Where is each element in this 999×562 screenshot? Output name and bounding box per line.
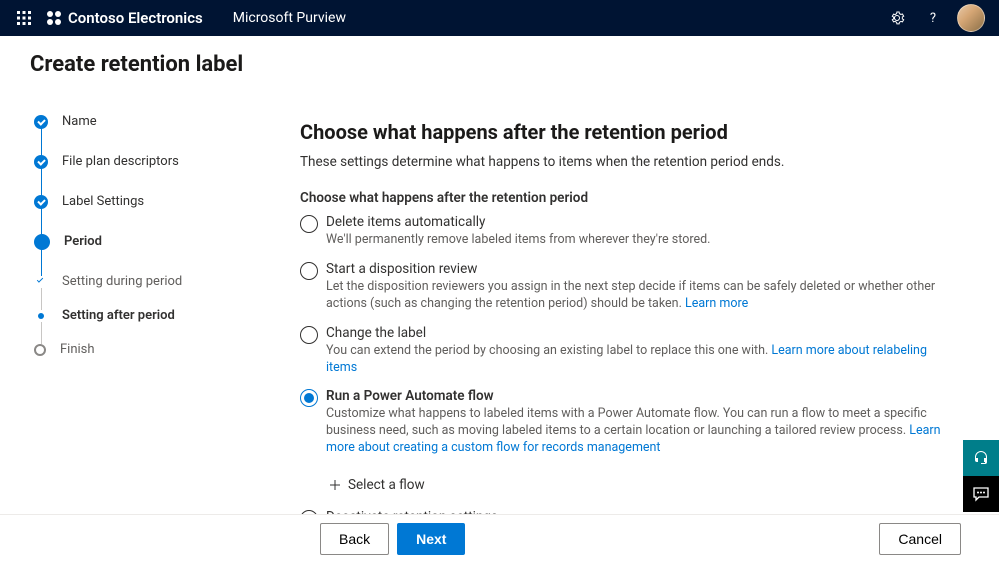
feedback-chat-icon[interactable] — [963, 476, 999, 512]
next-button[interactable]: Next — [397, 523, 465, 555]
plus-icon — [328, 478, 342, 492]
back-button[interactable]: Back — [320, 523, 389, 555]
app-header: Contoso Electronics Microsoft Purview ? — [0, 0, 999, 36]
org-brand: Contoso Electronics — [46, 9, 203, 27]
step-dot-completed-icon — [34, 195, 48, 209]
step-label: Name — [62, 114, 97, 129]
radio-icon[interactable] — [300, 215, 318, 233]
step-name[interactable]: Name — [34, 114, 282, 154]
wizard-stepper: Name File plan descriptors Label Setting… — [0, 96, 300, 514]
step-file-plan-descriptors[interactable]: File plan descriptors — [34, 154, 282, 194]
radio-option-run-power-automate-flow[interactable]: Run a Power Automate flow Customize what… — [300, 388, 959, 457]
step-label: File plan descriptors — [62, 154, 179, 169]
select-a-flow-button[interactable]: Select a flow — [328, 477, 425, 493]
wizard-footer: Back Next Cancel — [0, 514, 999, 562]
help-icon[interactable]: ? — [915, 0, 951, 36]
settings-icon[interactable] — [879, 0, 915, 36]
step-label: Period — [64, 234, 102, 249]
radio-desc: Let the disposition reviewers you assign… — [326, 279, 959, 313]
step-setting-during-period[interactable]: Setting during period — [34, 274, 282, 308]
cancel-button[interactable]: Cancel — [879, 523, 961, 555]
step-period[interactable]: Period — [34, 234, 282, 274]
panel-heading: Choose what happens after the retention … — [300, 120, 959, 144]
radio-option-change-label[interactable]: Change the label You can extend the peri… — [300, 325, 959, 377]
step-finish[interactable]: Finish — [34, 342, 282, 382]
radio-title[interactable]: Delete items automatically — [326, 214, 959, 230]
panel-subtitle: These settings determine what happens to… — [300, 154, 959, 170]
radio-desc: You can extend the period by choosing an… — [326, 343, 959, 377]
step-label: Finish — [60, 342, 95, 357]
step-dot-current-icon — [34, 234, 50, 250]
step-label-settings[interactable]: Label Settings — [34, 194, 282, 234]
avatar[interactable] — [957, 4, 985, 32]
radio-option-disposition-review[interactable]: Start a disposition review Let the dispo… — [300, 261, 959, 313]
radio-icon[interactable] — [300, 326, 318, 344]
app-launcher-icon[interactable] — [8, 2, 40, 34]
step-dot-upcoming-icon — [34, 344, 46, 356]
step-dot-completed-icon — [34, 115, 48, 129]
step-dot-sub-done-icon — [37, 278, 45, 286]
step-dot-completed-icon — [34, 155, 48, 169]
org-name: Contoso Electronics — [68, 9, 203, 27]
radio-icon[interactable] — [300, 389, 318, 407]
radio-title[interactable]: Start a disposition review — [326, 261, 959, 277]
step-dot-sub-current-icon — [38, 313, 44, 319]
page-title: Create retention label — [0, 36, 999, 93]
step-label: Setting during period — [62, 274, 182, 289]
radio-option-delete-automatically[interactable]: Delete items automatically We'll permane… — [300, 214, 959, 249]
step-label: Label Settings — [62, 194, 144, 209]
radio-desc: Customize what happens to labeled items … — [326, 406, 959, 457]
radio-icon[interactable] — [300, 262, 318, 280]
org-logo-icon — [46, 10, 62, 26]
select-flow-label: Select a flow — [348, 477, 425, 493]
headset-support-icon[interactable] — [963, 440, 999, 476]
section-label: Choose what happens after the retention … — [300, 190, 959, 206]
product-name[interactable]: Microsoft Purview — [233, 10, 346, 26]
radio-title[interactable]: Run a Power Automate flow — [326, 388, 959, 404]
radio-desc: We'll permanently remove labeled items f… — [326, 232, 959, 249]
step-label: Setting after period — [62, 308, 175, 323]
svg-text:?: ? — [930, 11, 936, 26]
wizard-main-panel: Choose what happens after the retention … — [300, 96, 999, 514]
floating-feedback-buttons — [963, 440, 999, 512]
radio-title[interactable]: Change the label — [326, 325, 959, 341]
learn-more-link[interactable]: Learn more — [685, 296, 748, 311]
step-setting-after-period[interactable]: Setting after period — [34, 308, 282, 342]
